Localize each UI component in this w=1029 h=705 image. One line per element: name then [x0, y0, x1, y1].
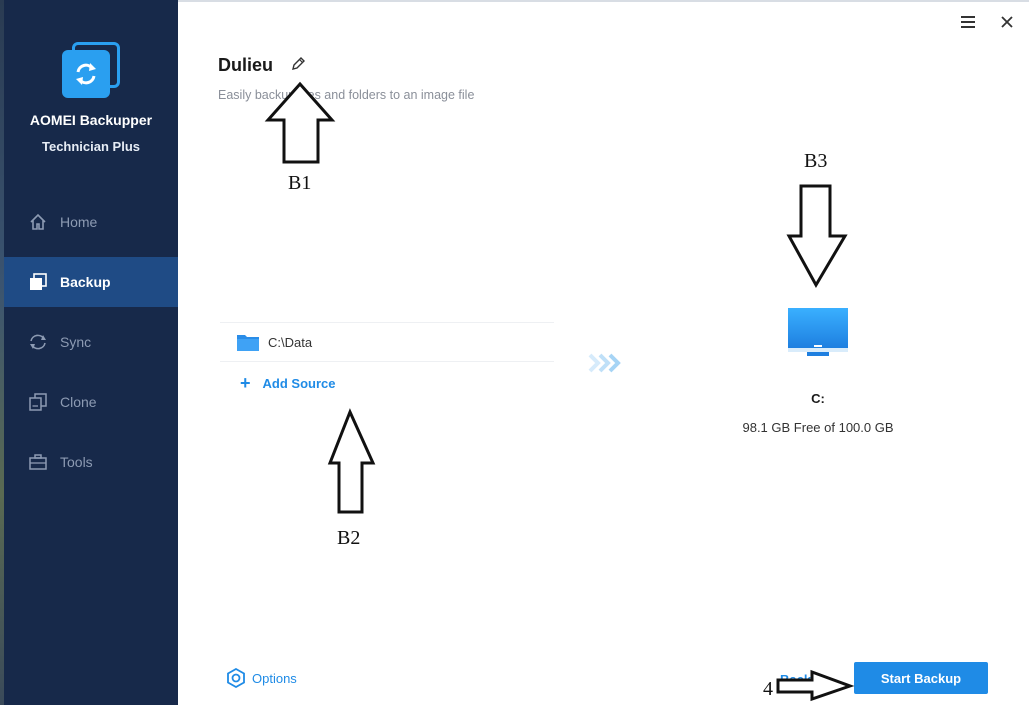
- back-button[interactable]: Back: [780, 672, 811, 687]
- sidebar-item-label: Sync: [60, 334, 92, 350]
- sidebar: AOMEI Backupper Technician Plus Home Bac…: [4, 0, 178, 705]
- sidebar-item-backup[interactable]: Backup: [4, 257, 178, 307]
- home-icon: [28, 212, 48, 232]
- add-source-label: Add Source: [262, 375, 336, 391]
- folder-icon: [237, 335, 259, 351]
- app-logo: [62, 42, 124, 100]
- add-source-button[interactable]: + Add Source: [220, 362, 554, 404]
- edit-task-name-button[interactable]: [290, 56, 308, 74]
- options-button[interactable]: Options: [226, 668, 297, 688]
- top-border: [178, 0, 1029, 2]
- menu-button[interactable]: [956, 10, 980, 34]
- annotation-label: B2: [337, 527, 361, 549]
- task-description: Easily backup files and folders to an im…: [218, 88, 475, 102]
- annotation-label: 4: [763, 678, 773, 700]
- options-label: Options: [252, 670, 297, 686]
- sync-icon: [28, 332, 48, 352]
- sidebar-item-clone[interactable]: Clone: [4, 377, 178, 427]
- pencil-icon: [292, 57, 305, 70]
- source-panel: C:\Data + Add Source: [220, 322, 554, 404]
- sidebar-item-label: Tools: [60, 454, 93, 470]
- sidebar-item-label: Home: [60, 214, 98, 230]
- plus-icon: +: [240, 372, 251, 393]
- source-item[interactable]: C:\Data: [220, 322, 554, 362]
- close-button[interactable]: [995, 10, 1019, 34]
- app-name: AOMEI Backupper: [29, 112, 153, 128]
- sidebar-item-sync[interactable]: Sync: [4, 317, 178, 367]
- task-name: Dulieu: [218, 55, 274, 75]
- sidebar-item-tools[interactable]: Tools: [4, 437, 178, 487]
- annotation-label: B1: [288, 172, 312, 194]
- sidebar-item-label: Clone: [60, 394, 97, 410]
- start-backup-button[interactable]: Start Backup: [854, 662, 988, 694]
- sync-logo-icon: [76, 63, 96, 85]
- main-panel: Dulieu Easily backup files and folders t…: [178, 0, 1029, 705]
- source-path: C:\Data: [268, 334, 313, 350]
- destination-panel[interactable]: C: 98.1 GB Free of 100.0 GB: [718, 300, 918, 435]
- backup-icon: [28, 272, 48, 292]
- annotation-label: B3: [804, 150, 828, 172]
- app-edition: Technician Plus: [41, 139, 140, 154]
- monitor-icon: [788, 308, 848, 356]
- tools-icon: [28, 452, 48, 472]
- hamburger-icon: [961, 16, 975, 28]
- clone-icon: [28, 392, 48, 412]
- destination-drive: C:: [811, 391, 825, 406]
- gear-icon: [227, 668, 245, 688]
- flow-chevrons-icon: [588, 353, 621, 373]
- close-icon: [1001, 16, 1013, 28]
- destination-free-space: 98.1 GB Free of 100.0 GB: [742, 420, 894, 435]
- sidebar-item-home[interactable]: Home: [4, 197, 178, 247]
- sidebar-item-label: Backup: [60, 274, 111, 290]
